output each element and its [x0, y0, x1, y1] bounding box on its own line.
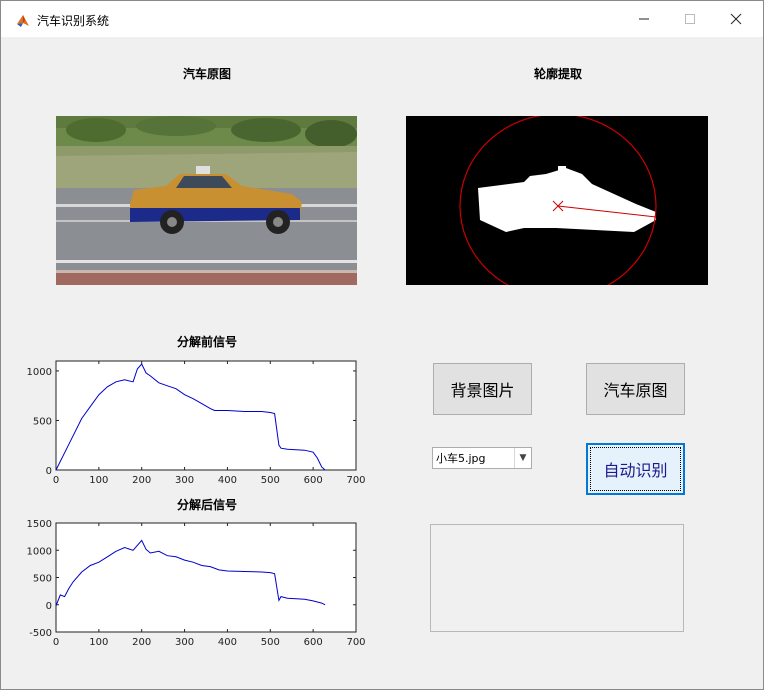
x-tick-label: 300: [175, 637, 194, 648]
auto-recognize-button[interactable]: 自动识别: [586, 443, 685, 495]
x-tick-label: 600: [304, 637, 323, 648]
close-icon: [730, 13, 742, 25]
y-tick-label: -500: [29, 628, 52, 639]
close-button[interactable]: [713, 1, 759, 37]
y-tick-label: 500: [33, 574, 52, 585]
x-tick-label: 500: [261, 637, 280, 648]
x-tick-label: 100: [89, 475, 108, 486]
y-tick-label: 1000: [27, 367, 52, 378]
chevron-down-icon[interactable]: ▼: [514, 448, 531, 468]
main-window: 汽车识别系统 汽车原图 轮廓提取 分解前信号 分解后信号 0 100 200 3…: [0, 0, 764, 690]
x-tick-label: 400: [218, 475, 237, 486]
contour-image: [406, 116, 708, 285]
after-decomposition-label: 分解后信号: [176, 498, 237, 512]
x-tick-label: 700: [346, 637, 365, 648]
x-tick-label: 200: [132, 475, 151, 486]
x-tick-label: 400: [218, 637, 237, 648]
original-image-label: 汽车原图: [182, 67, 231, 81]
maximize-button[interactable]: [667, 1, 713, 37]
image-select-dropdown[interactable]: 小车5.jpg ▼: [432, 447, 532, 469]
title-bar: 汽车识别系统: [1, 1, 763, 37]
result-text-box: [430, 524, 684, 632]
car-photo: [56, 116, 357, 285]
x-tick-label: 200: [132, 637, 151, 648]
y-tick-label: 0: [46, 466, 52, 477]
maximize-icon: [685, 14, 695, 24]
minimize-icon: [639, 18, 649, 20]
plot-area: [55, 522, 357, 633]
background-image-button[interactable]: 背景图片: [433, 363, 532, 415]
y-tick-label: 1500: [27, 519, 52, 530]
signal-after-chart: 0 100 200 300 400 500 600 700 -500 0 500 1000 1500: [21, 518, 366, 653]
x-tick-label: 0: [53, 475, 59, 486]
y-tick-label: 1000: [27, 546, 52, 557]
signal-before-chart: 0 100 200 300 400 500 600 700 0 500 1000: [21, 356, 366, 491]
minimize-button[interactable]: [621, 1, 667, 37]
contour-label: 轮廓提取: [533, 67, 582, 81]
x-tick-label: 300: [175, 475, 194, 486]
dropdown-value: 小车5.jpg: [436, 452, 486, 465]
x-tick-label: 0: [53, 637, 59, 648]
x-tick-label: 100: [89, 637, 108, 648]
x-tick-label: 600: [304, 475, 323, 486]
y-tick-label: 0: [46, 601, 52, 612]
x-tick-label: 500: [261, 475, 280, 486]
car-original-button[interactable]: 汽车原图: [586, 363, 685, 415]
y-tick-label: 500: [33, 416, 52, 427]
x-tick-label: 700: [346, 475, 365, 486]
plot-area: [55, 360, 357, 471]
window-title: 汽车识别系统: [37, 14, 110, 28]
matlab-icon: [17, 15, 29, 27]
before-decomposition-label: 分解前信号: [176, 335, 237, 349]
